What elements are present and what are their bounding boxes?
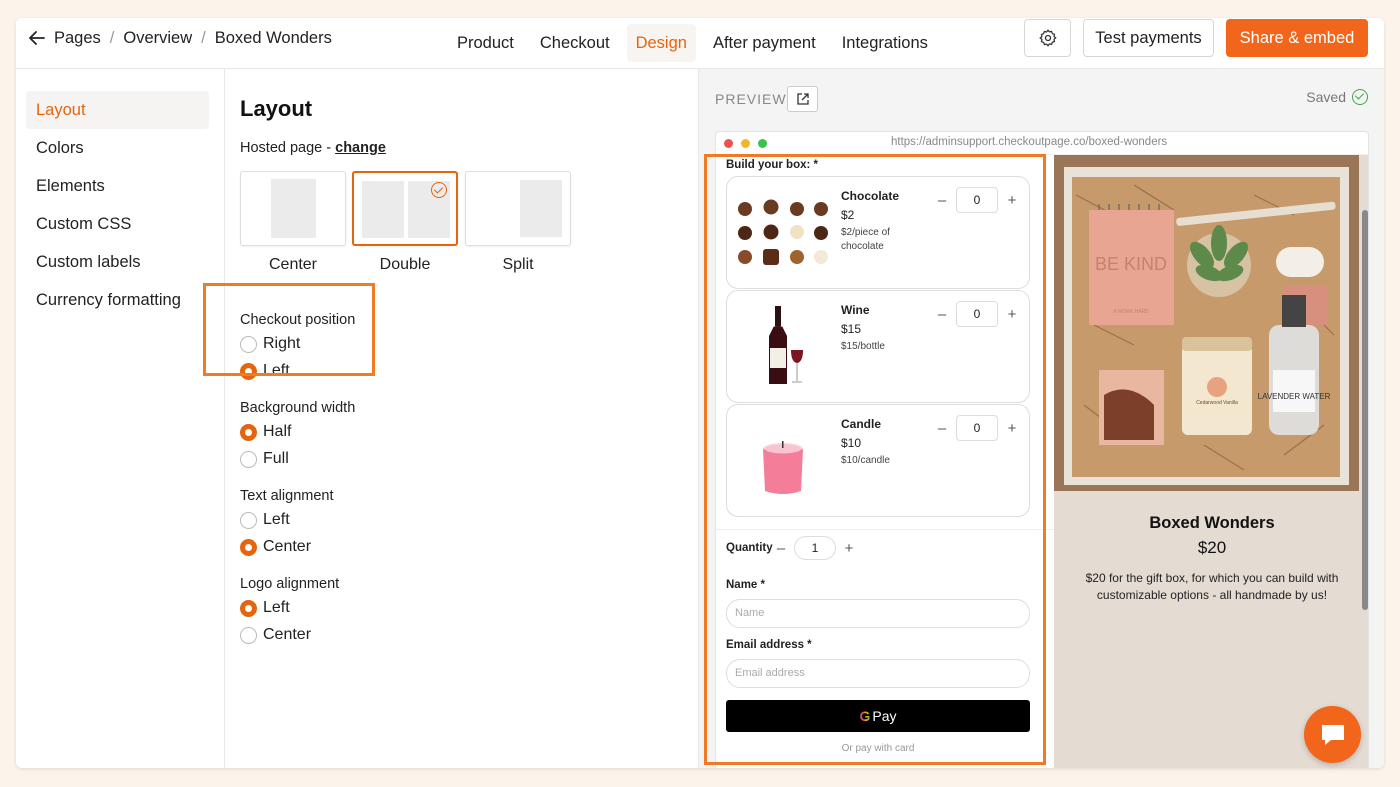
browser-url: https://adminsupport.checkoutpage.co/box… <box>891 136 1168 148</box>
check-circle-icon <box>1352 89 1368 105</box>
breadcrumb-separator: / <box>201 28 206 47</box>
radio-label: Half <box>263 423 292 440</box>
layout-option-double[interactable] <box>352 171 458 246</box>
radio-circle <box>240 538 257 556</box>
change-link[interactable]: change <box>335 140 386 156</box>
arrow-left-icon[interactable] <box>26 27 48 49</box>
radio-label: Center <box>263 538 312 555</box>
layout-label-split: Split <box>502 256 534 273</box>
radio-circle <box>240 423 257 441</box>
scrollbar[interactable] <box>1362 210 1368 610</box>
top-bar: Pages / Overview / Boxed Wonders Product… <box>16 18 1384 69</box>
checkout-position-highlight <box>203 283 375 376</box>
radio-background-full[interactable]: Full <box>240 449 289 469</box>
radio-label: Left <box>263 599 290 616</box>
tab-product[interactable]: Product <box>448 24 523 62</box>
radio-logo-center[interactable]: Center <box>240 625 311 645</box>
close-dot-icon <box>724 139 733 148</box>
open-external-button[interactable] <box>787 86 818 112</box>
radio-label: Center <box>263 626 312 643</box>
layout-option-split[interactable] <box>465 171 571 246</box>
check-circle-icon <box>431 182 447 198</box>
radio-background-half[interactable]: Half <box>240 422 291 442</box>
layout-label-center: Center <box>268 256 318 273</box>
layout-panel: Layout Hosted page - change Center Doubl… <box>226 69 698 768</box>
app-window: Pages / Overview / Boxed Wonders Product… <box>16 18 1384 768</box>
sidebar-item-elements[interactable]: Elements <box>26 167 209 205</box>
main-tabs: Product Checkout Design After payment In… <box>448 24 945 62</box>
gear-icon <box>1038 29 1056 47</box>
test-payments-button[interactable]: Test payments <box>1083 19 1214 57</box>
breadcrumb-pages[interactable]: Pages <box>54 29 101 48</box>
sidebar-item-layout[interactable]: Layout <box>26 91 209 129</box>
sidebar-item-custom-labels[interactable]: Custom labels <box>26 243 209 281</box>
radio-text-left[interactable]: Left <box>240 510 290 530</box>
maximize-dot-icon <box>758 139 767 148</box>
radio-label: Left <box>263 511 290 528</box>
radio-circle <box>240 511 257 529</box>
chat-button[interactable] <box>1304 706 1361 763</box>
gift-box-photo: BE KIND A WORK HARD Cedarwood Vanilla LA… <box>1054 155 1359 491</box>
breadcrumb-overview[interactable]: Overview <box>123 29 192 48</box>
text-alignment-label: Text alignment <box>240 488 334 504</box>
breadcrumb-separator: / <box>109 28 115 47</box>
radio-circle <box>240 450 257 468</box>
layout-label-double: Double <box>379 256 431 273</box>
settings-button[interactable] <box>1024 19 1071 57</box>
product-description: $20 for the gift box, for which you can … <box>1085 571 1339 602</box>
radio-logo-left[interactable]: Left <box>240 598 290 618</box>
browser-bar: https://adminsupport.checkoutpage.co/box… <box>716 132 1368 155</box>
layout-option-center[interactable] <box>240 171 346 246</box>
saved-status: Saved <box>1306 89 1368 105</box>
panel-title: Layout <box>240 96 313 121</box>
tab-after-payment[interactable]: After payment <box>704 24 825 62</box>
product-price: $20 <box>1197 538 1227 557</box>
notebook-text: BE KIND <box>1095 254 1167 274</box>
notebook-subtext: A WORK HARD <box>1113 309 1149 315</box>
logo-alignment-label: Logo alignment <box>240 576 340 592</box>
product-info-panel: BE KIND A WORK HARD Cedarwood Vanilla LA… <box>1054 155 1368 768</box>
product-title: Boxed Wonders <box>1149 514 1275 532</box>
hosted-page-text: Hosted page - change <box>240 140 386 156</box>
tab-design[interactable]: Design <box>626 24 696 62</box>
layout-block <box>271 179 316 238</box>
saved-text: Saved <box>1306 89 1346 105</box>
background-width-label: Background width <box>240 400 356 416</box>
hosted-prefix: Hosted page - <box>240 140 336 156</box>
checkout-form-highlight <box>704 154 1046 765</box>
radio-circle <box>240 599 257 617</box>
tin-label: Cedarwood Vanilla <box>1196 400 1238 406</box>
minimize-dot-icon <box>741 139 750 148</box>
breadcrumb: Pages / Overview / Boxed Wonders <box>26 18 332 58</box>
settings-sidebar: Layout Colors Elements Custom CSS Custom… <box>16 69 225 768</box>
spray-label: LAVENDER WATER <box>1258 392 1331 401</box>
layout-block <box>362 181 404 238</box>
breadcrumb-current: Boxed Wonders <box>214 28 332 47</box>
tab-integrations[interactable]: Integrations <box>833 24 937 62</box>
radio-text-center[interactable]: Center <box>240 537 311 557</box>
preview-label: PREVIEW <box>715 91 787 107</box>
external-link-icon <box>796 93 809 105</box>
layout-block <box>520 180 562 237</box>
chat-bubble-icon <box>1321 724 1344 745</box>
sidebar-item-custom-css[interactable]: Custom CSS <box>26 205 209 243</box>
sidebar-item-colors[interactable]: Colors <box>26 129 209 167</box>
sidebar-item-currency-formatting[interactable]: Currency formatting <box>26 281 209 319</box>
tab-checkout[interactable]: Checkout <box>531 24 619 62</box>
radio-label: Full <box>263 450 289 467</box>
radio-circle <box>240 626 257 644</box>
share-embed-button[interactable]: Share & embed <box>1226 19 1368 57</box>
